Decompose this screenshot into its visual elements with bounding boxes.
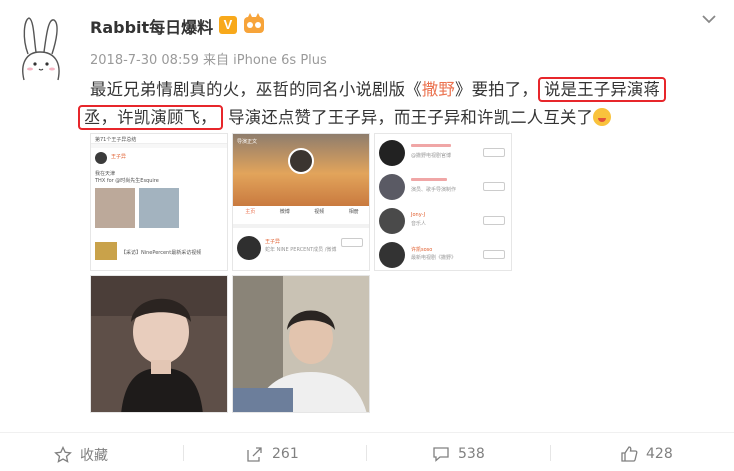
highlight-box: 说是王子异演蒋 <box>537 77 667 102</box>
avatar <box>237 236 261 260</box>
star-icon <box>54 446 72 463</box>
comment-icon <box>433 447 449 462</box>
thumb-caption: 我在天津 <box>95 171 116 177</box>
avatar <box>379 174 405 200</box>
hashtag-link[interactable]: 撒野 <box>422 80 455 99</box>
thumb-name: 王子异 <box>111 154 127 160</box>
post-text-line-1: 最近兄弟情剧真的火，巫哲的同名小说剧版《撒野》要拍了， 说是王子异演蒋 <box>90 76 667 102</box>
chevron-down-icon[interactable] <box>700 10 718 28</box>
post-text-segment: 导演还点赞了王子异，而王子异和许凯二人互关了 <box>228 108 594 127</box>
post-meta: 2018-7-30 08:59 来自 iPhone 6s Plus <box>90 53 327 68</box>
row-desc: 最新电视剧《撒野》 <box>411 255 457 261</box>
rabbit-avatar[interactable] <box>14 14 68 84</box>
thumb-header: 第71个王子异总结 <box>95 137 137 143</box>
image-thumbnail-4[interactable] <box>90 275 228 413</box>
drooling-emoji <box>593 108 612 126</box>
follow-button[interactable] <box>483 148 505 157</box>
favorite-label: 收藏 <box>80 448 108 464</box>
row-name: Jony-J <box>411 212 426 218</box>
comment-button[interactable]: 538 <box>432 445 485 463</box>
post-text-segment: 最近兄弟情剧真的火，巫哲的同名小说剧版《 <box>90 80 422 99</box>
avatar <box>379 208 405 234</box>
tab-weibo[interactable]: 微博 <box>280 208 290 220</box>
verified-badge-icon: V <box>219 16 237 34</box>
thumb-name: 王子异 <box>265 239 281 245</box>
photo <box>95 188 135 228</box>
favorite-button[interactable]: 收藏 <box>54 445 108 465</box>
image-thumbnail-3[interactable]: @撒野电视剧官博 演员、歌手导演制作 Jony-J 音乐人 许凯soso 最新电… <box>374 133 512 271</box>
follow-button[interactable] <box>483 182 505 191</box>
portrait-photo <box>91 276 227 412</box>
row-desc: @撒野电视剧官博 <box>411 153 452 159</box>
like-count: 428 <box>646 446 673 462</box>
fan-badge-icon[interactable] <box>242 13 266 35</box>
share-count: 261 <box>272 446 299 462</box>
image-thumbnail-2[interactable]: 导演正文 主页 微博 视频 相册 王子异 蛇年 NINE PERCENT成员 /… <box>232 133 370 271</box>
thumb-footer: 【采访】NinePercent最新采访视频 <box>121 250 202 256</box>
username[interactable]: Rabbit每日爆料 <box>90 14 213 38</box>
avatar <box>379 242 405 268</box>
avatar <box>288 148 314 174</box>
portrait-photo <box>233 276 369 412</box>
highlight-box: 丞，许凯演顾飞， <box>78 105 223 130</box>
share-icon <box>247 447 262 462</box>
row-desc: 音乐人 <box>411 221 427 227</box>
post-text-segment: 》要拍了， <box>455 80 538 99</box>
tab-album[interactable]: 相册 <box>349 208 359 220</box>
follow-button[interactable] <box>341 238 363 247</box>
image-thumbnail-5[interactable] <box>232 275 370 413</box>
photo <box>139 188 179 228</box>
avatar <box>95 152 107 164</box>
like-button[interactable]: 428 <box>620 445 673 463</box>
logo <box>95 242 117 260</box>
follow-button[interactable] <box>483 250 505 259</box>
thumb-desc: 蛇年 NINE PERCENT成员 /微博 <box>265 247 337 253</box>
back-label[interactable]: 导演正文 <box>237 138 257 145</box>
thumbs-up-icon <box>621 446 638 462</box>
avatar <box>379 140 405 166</box>
action-bar: 收藏 261 538 428 <box>0 432 734 471</box>
row-name: 许凯soso <box>411 247 433 253</box>
thumb-thx: THX for @时尚先生Esquire <box>95 178 159 184</box>
tab-video[interactable]: 视频 <box>314 208 324 220</box>
post-text-line-2: 丞，许凯演顾飞， 导演还点赞了王子异，而王子异和许凯二人互关了 <box>78 104 612 130</box>
comment-count: 538 <box>458 446 485 462</box>
tab-home[interactable]: 主页 <box>245 208 255 220</box>
image-thumbnail-1[interactable]: 第71个王子异总结 王子异 我在天津 THX for @时尚先生Esquire … <box>90 133 228 271</box>
share-button[interactable]: 261 <box>246 445 299 463</box>
row-desc: 演员、歌手导演制作 <box>411 187 457 193</box>
follow-button[interactable] <box>483 216 505 225</box>
